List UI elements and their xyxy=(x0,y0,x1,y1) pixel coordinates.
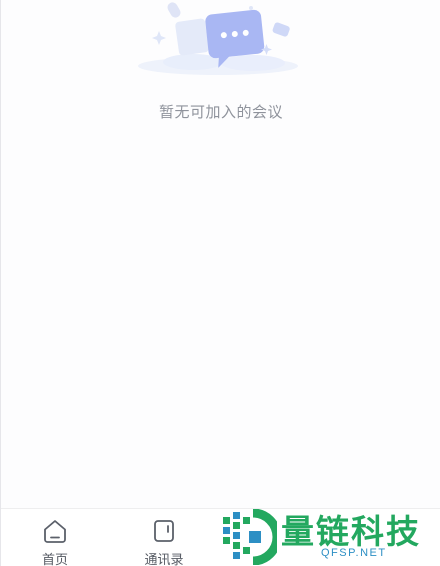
tab-contacts-label: 通讯录 xyxy=(144,553,184,566)
app-screen: 暂无可加入的会议 首页 通讯录 量链科技 QFSP.NET xyxy=(0,0,440,566)
empty-state-illustration xyxy=(133,0,303,82)
watermark-title: 量链科技 xyxy=(281,512,421,551)
chat-bubble-empty-icon xyxy=(138,2,298,75)
watermark-logo-icon xyxy=(223,509,277,565)
watermark: 量链科技 QFSP.NET xyxy=(219,503,440,566)
contacts-icon xyxy=(151,518,177,544)
home-icon xyxy=(42,518,68,544)
watermark-subtitle: QFSP.NET xyxy=(321,547,387,559)
empty-state-message: 暂无可加入的会议 xyxy=(158,103,283,121)
tab-home[interactable]: 首页 xyxy=(15,509,95,566)
tab-home-label: 首页 xyxy=(41,553,68,566)
tab-contacts[interactable]: 通讯录 xyxy=(124,509,204,566)
